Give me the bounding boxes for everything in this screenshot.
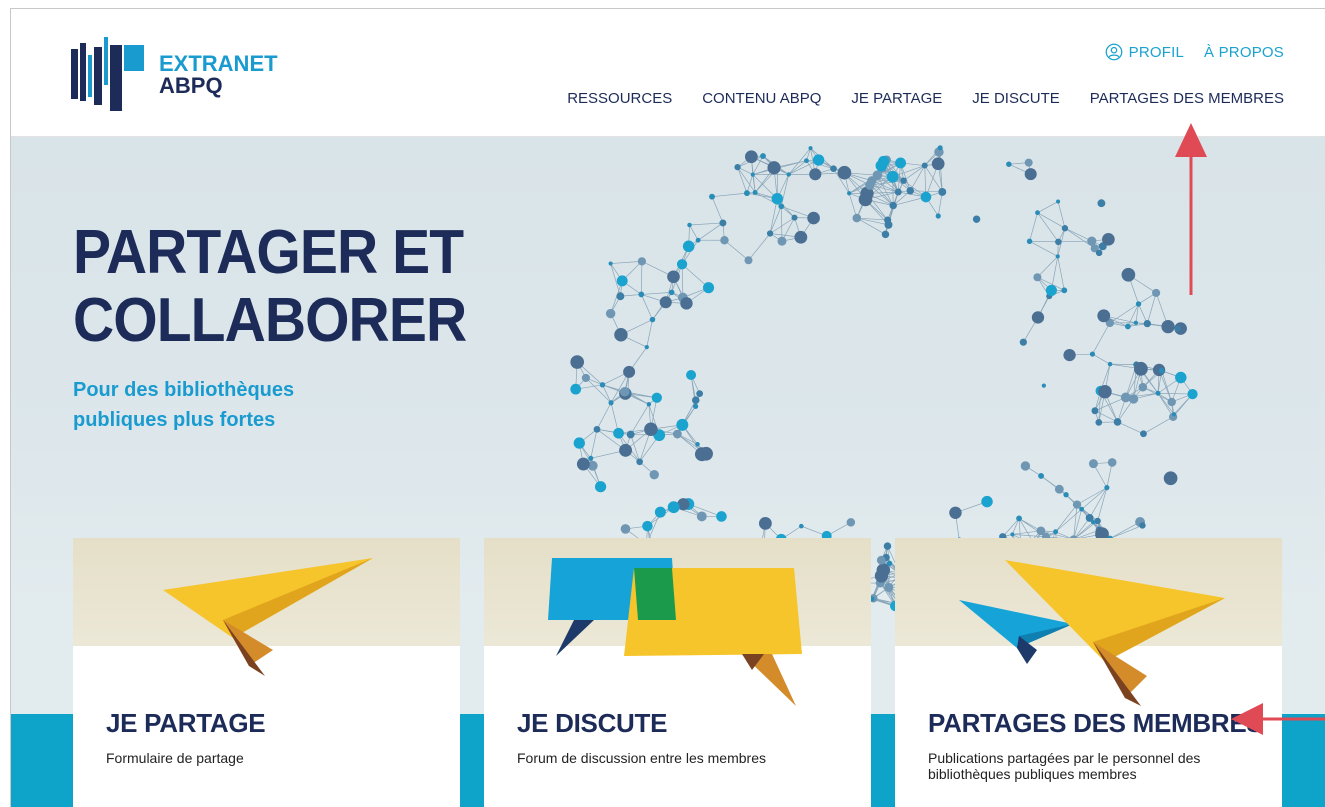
logo-line2: ABPQ bbox=[159, 75, 278, 97]
nav-partages-des-membres[interactable]: PARTAGES DES MEMBRES bbox=[1090, 90, 1284, 107]
browser-viewport: EXTRANET ABPQ PROFIL À PROPOS RESSOURCES… bbox=[10, 8, 1325, 807]
hero-title-line1: PARTAGER ET bbox=[73, 219, 466, 287]
card-je-discute[interactable]: JE DISCUTE Forum de discussion entre les… bbox=[484, 538, 871, 807]
card-description: Forum de discussion entre les membres bbox=[517, 750, 847, 766]
about-link[interactable]: À PROPOS bbox=[1204, 44, 1284, 61]
paper-planes-icon bbox=[895, 538, 1282, 646]
card-je-partage[interactable]: JE PARTAGE Formulaire de partage bbox=[73, 538, 460, 807]
speech-bubbles-icon bbox=[484, 538, 871, 646]
hero-title: PARTAGER ET COLLABORER bbox=[73, 219, 466, 355]
utility-nav: PROFIL À PROPOS bbox=[1105, 43, 1284, 61]
nav-je-partage[interactable]: JE PARTAGE bbox=[851, 90, 942, 107]
card-art bbox=[895, 538, 1282, 646]
card-title: JE PARTAGE bbox=[106, 708, 265, 739]
nav-ressources[interactable]: RESSOURCES bbox=[567, 90, 672, 107]
profile-link[interactable]: PROFIL bbox=[1105, 43, 1184, 61]
nav-contenu-abpq[interactable]: CONTENU ABPQ bbox=[702, 90, 821, 107]
logo-text: EXTRANET ABPQ bbox=[159, 53, 278, 97]
main-nav: RESSOURCES CONTENU ABPQ JE PARTAGE JE DI… bbox=[567, 90, 1284, 107]
paper-plane-icon bbox=[73, 538, 460, 646]
profile-label: PROFIL bbox=[1129, 44, 1184, 61]
card-description: Publications partagées par le personnel … bbox=[928, 750, 1258, 782]
card-partages-des-membres[interactable]: PARTAGES DES MEMBRES Publications partag… bbox=[895, 538, 1282, 807]
nav-je-discute[interactable]: JE DISCUTE bbox=[972, 90, 1060, 107]
card-description: Formulaire de partage bbox=[106, 750, 436, 766]
logo-bars-icon bbox=[69, 35, 149, 115]
logo-line1: EXTRANET bbox=[159, 53, 278, 75]
hero-subtitle: Pour des bibliothèques publiques plus fo… bbox=[73, 375, 373, 435]
card-title: JE DISCUTE bbox=[517, 708, 667, 739]
hero-title-line2: COLLABORER bbox=[73, 287, 466, 355]
site-header: EXTRANET ABPQ PROFIL À PROPOS RESSOURCES… bbox=[11, 9, 1325, 137]
card-art bbox=[484, 538, 871, 646]
card-title: PARTAGES DES MEMBRES bbox=[928, 708, 1263, 739]
card-art bbox=[73, 538, 460, 646]
user-icon bbox=[1105, 43, 1123, 61]
site-logo[interactable]: EXTRANET ABPQ bbox=[69, 35, 289, 115]
